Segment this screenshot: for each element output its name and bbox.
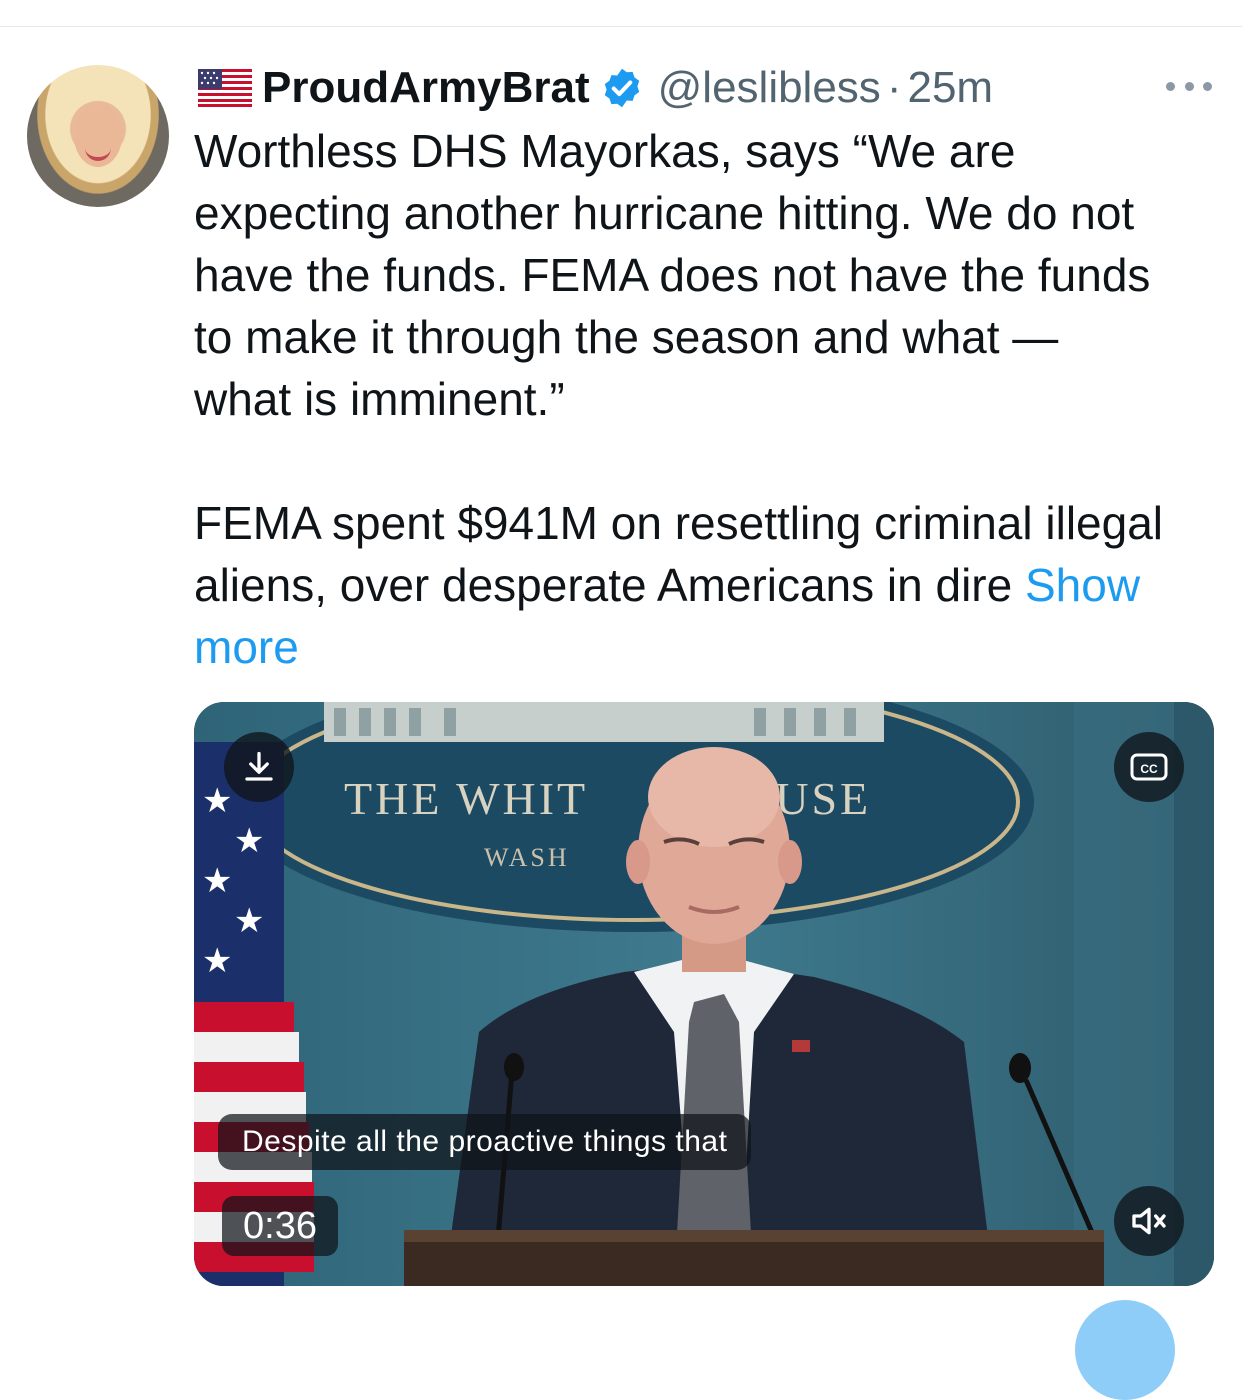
download-icon xyxy=(245,751,273,781)
timestamp[interactable]: 25m xyxy=(907,63,993,113)
video-player[interactable]: THE WHIT OUSE WASH ★ ★ ★ ★ ★ CC Despite … xyxy=(194,702,1214,1286)
ellipsis-icon xyxy=(1166,81,1175,91)
svg-text:★: ★ xyxy=(234,821,264,861)
display-name[interactable]: ProudArmyBrat xyxy=(262,63,590,113)
sign-text-wash: WASH xyxy=(484,843,570,872)
us-flag-icon xyxy=(198,69,252,107)
svg-text:★: ★ xyxy=(202,941,232,981)
video-frame: THE WHIT OUSE WASH ★★★ ★★ xyxy=(194,702,1214,1286)
download-button[interactable] xyxy=(224,732,294,802)
video-caption: Despite all the proactive things that xyxy=(218,1114,752,1170)
cc-icon: CC xyxy=(1130,753,1168,781)
muted-speaker-icon xyxy=(1132,1207,1166,1235)
top-divider xyxy=(0,26,1242,27)
verified-badge-icon[interactable] xyxy=(600,66,644,110)
cc-label: CC xyxy=(1140,762,1158,776)
tweet-header: ProudArmyBrat @leslibless · 25m xyxy=(198,60,993,116)
svg-text:★: ★ xyxy=(202,781,232,821)
avatar[interactable] xyxy=(27,65,169,207)
video-duration: 0:36 xyxy=(222,1196,338,1256)
tweet-text: Worthless DHS Mayorkas, says “We are exp… xyxy=(194,120,1224,678)
captions-button[interactable]: CC xyxy=(1114,732,1184,802)
separator-dot: · xyxy=(886,63,902,112)
svg-text:★: ★ xyxy=(202,861,232,901)
mute-button[interactable] xyxy=(1114,1186,1184,1256)
handle[interactable]: @leslibless xyxy=(658,63,881,113)
compose-button-peek[interactable] xyxy=(1075,1300,1175,1400)
tweet-body: Worthless DHS Mayorkas, says “We are exp… xyxy=(194,125,1164,611)
svg-text:★: ★ xyxy=(234,901,264,941)
sign-text-left: THE WHIT xyxy=(344,773,588,824)
more-options-button[interactable] xyxy=(1166,76,1212,96)
